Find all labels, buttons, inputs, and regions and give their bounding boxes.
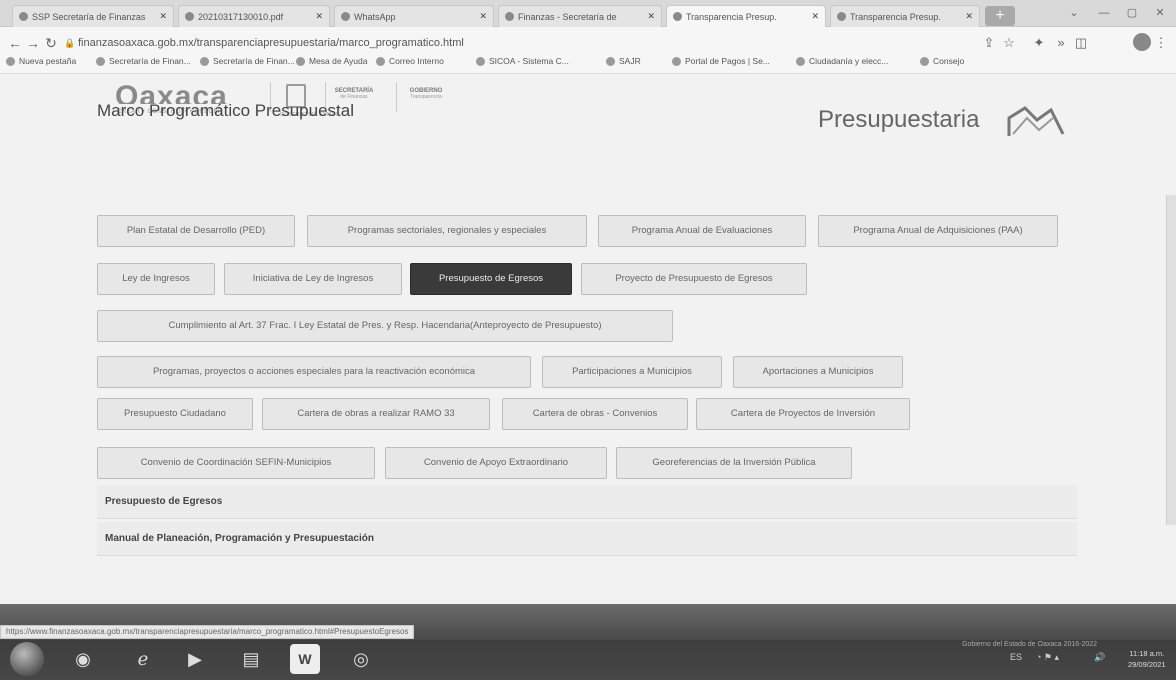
url-field[interactable]: 🔒 finanzasoaxaca.gob.mx/transparenciapre… — [64, 32, 964, 54]
bookmark-item[interactable]: SAJR — [606, 56, 641, 66]
internet-explorer-icon[interactable]: ℯ — [128, 644, 158, 674]
citizen-budget-button[interactable]: Presupuesto Ciudadano — [97, 398, 253, 430]
transparency-logo: GOBIERNO Transparencia — [409, 88, 443, 100]
accordion-expenditure-budget[interactable]: Presupuesto de Egresos — [97, 485, 1077, 519]
tab-favicon-icon — [341, 12, 350, 21]
reload-icon[interactable]: ↻ — [42, 35, 60, 52]
bookmark-icon — [6, 56, 15, 66]
bookmark-item[interactable]: Secretaría de Finan... — [96, 56, 191, 66]
tab-favicon-icon — [673, 12, 682, 21]
page-title: Marco Programático Presupuestal — [97, 101, 355, 120]
bookmark-item[interactable]: Nueva pestaña — [6, 56, 76, 66]
agreement-works-button[interactable]: Cartera de obras - Convenios — [502, 398, 688, 430]
municipal-participations-button[interactable]: Participaciones a Municipios — [542, 356, 722, 388]
browser-tab[interactable]: SSP Secretaría de Finanzas ✕ — [12, 5, 174, 27]
bookmark-icon — [376, 56, 385, 66]
close-icon[interactable]: ✕ — [965, 11, 973, 22]
art37-compliance-button[interactable]: Cumplimiento al Art. 37 Frac. I Ley Esta… — [97, 310, 673, 342]
share-icon[interactable]: ⇪ — [980, 35, 998, 51]
extraordinary-support-button[interactable]: Convenio de Apoyo Extraordinario — [385, 447, 607, 479]
media-icon[interactable]: ▶ — [180, 644, 210, 674]
section-brand-title: Presupuestaria — [818, 106, 980, 133]
close-icon[interactable]: ✕ — [159, 11, 167, 22]
browser-tab-active[interactable]: Transparencia Presup. ✕ — [666, 5, 826, 27]
tray-icons[interactable]: ◔ ⚑ ▴ — [1036, 652, 1059, 663]
forward-arrow-icon[interactable]: → — [24, 35, 42, 51]
system-clock[interactable]: 11:18 a.m. 29/09/2021 — [1128, 648, 1166, 670]
bookmarks-bar: Nueva pestaña Secretaría de Finan... Sec… — [0, 52, 1176, 74]
browser-tab[interactable]: 20210317130010.pdf ✕ — [178, 5, 330, 27]
income-law-initiative-button[interactable]: Iniciativa de Ley de Ingresos — [224, 263, 402, 295]
transparency-mark-icon — [1007, 106, 1065, 136]
star-icon[interactable]: ☆ — [1000, 35, 1018, 51]
extension-icon[interactable]: » — [1052, 35, 1070, 50]
sefin-logo: SECRETARÍA de Finanzas — [334, 88, 374, 100]
budget-project-button[interactable]: Proyecto de Presupuesto de Egresos — [581, 263, 807, 295]
browser-status-bar: https://www.finanzasoaxaca.gob.mx/transp… — [0, 625, 415, 639]
close-window-icon[interactable]: ✕ — [1146, 3, 1174, 23]
start-button[interactable] — [10, 642, 44, 676]
profile-avatar[interactable] — [1133, 33, 1151, 51]
profile-menu-icon[interactable]: ⌄ — [1060, 3, 1088, 23]
close-icon[interactable]: ✕ — [479, 11, 487, 22]
accordion-planning-manual[interactable]: Manual de Planeación, Programación y Pre… — [97, 522, 1077, 556]
bookmark-icon — [606, 56, 615, 66]
bookmark-icon — [920, 56, 929, 66]
bookmark-icon — [796, 56, 805, 66]
bookmark-icon — [296, 56, 305, 66]
extension-icon[interactable]: ✦ — [1030, 35, 1048, 51]
menu-icon[interactable]: ⋮ — [1152, 35, 1170, 51]
bookmark-icon — [96, 56, 105, 66]
language-icon[interactable]: ES — [1010, 652, 1022, 662]
new-tab-button[interactable]: + — [985, 6, 1015, 26]
minimize-icon[interactable]: — — [1090, 3, 1118, 23]
municipal-contributions-button[interactable]: Aportaciones a Municipios — [733, 356, 903, 388]
windows-taskbar: Gobierno del Estado de Oaxaca 2016-2022 … — [0, 604, 1176, 680]
economic-reactivation-button[interactable]: Programas, proyectos o acciones especial… — [97, 356, 531, 388]
income-law-button[interactable]: Ley de Ingresos — [97, 263, 215, 295]
tab-favicon-icon — [19, 12, 28, 21]
bookmark-item[interactable]: Secretaría de Finan... — [200, 56, 295, 66]
ped-button[interactable]: Plan Estatal de Desarrollo (PED) — [97, 215, 295, 247]
acquisitions-program-button[interactable]: Programa Anual de Adquisiciones (PAA) — [818, 215, 1058, 247]
close-icon[interactable]: ✕ — [315, 11, 323, 22]
close-icon[interactable]: ✕ — [647, 11, 655, 22]
chrome-icon[interactable]: ◎ — [346, 644, 376, 674]
volume-icon[interactable]: 🔊 — [1094, 652, 1105, 663]
word-icon[interactable]: W — [290, 644, 320, 674]
tab-favicon-icon — [185, 12, 194, 21]
evaluation-program-button[interactable]: Programa Anual de Evaluaciones — [598, 215, 806, 247]
browser-tab[interactable]: WhatsApp ✕ — [334, 5, 494, 27]
tab-favicon-icon — [837, 12, 846, 21]
browser-tab[interactable]: Finanzas - Secretaría de ✕ — [498, 5, 662, 27]
investment-projects-button[interactable]: Cartera de Proyectos de Inversión — [696, 398, 910, 430]
tab-favicon-icon — [505, 12, 514, 21]
bookmark-item[interactable]: Portal de Pagos | Se... — [672, 56, 770, 66]
bookmark-item[interactable]: Consejo — [920, 56, 964, 66]
media-player-icon[interactable]: ◉ — [68, 644, 98, 674]
back-arrow-icon[interactable]: ← — [6, 35, 24, 51]
lock-icon: 🔒 — [64, 38, 76, 48]
coordination-agreement-button[interactable]: Convenio de Coordinación SEFIN-Municipio… — [97, 447, 375, 479]
expenditure-budget-button[interactable]: Presupuesto de Egresos — [410, 263, 572, 295]
browser-tab-bar: SSP Secretaría de Finanzas ✕ 202103171300… — [0, 0, 1176, 27]
page-scrollbar[interactable] — [1166, 195, 1176, 525]
browser-tab[interactable]: Transparencia Presup. ✕ — [830, 5, 980, 27]
bookmark-item[interactable]: Ciudadanía y elecc... — [796, 56, 888, 66]
bookmark-item[interactable]: SICOA - Sistema C... — [476, 56, 569, 66]
sidebar-icon[interactable]: ◫ — [1072, 35, 1090, 51]
maximize-icon[interactable]: ▢ — [1118, 3, 1146, 23]
close-icon[interactable]: ✕ — [811, 11, 819, 22]
bookmark-item[interactable]: Mesa de Ayuda — [296, 56, 367, 66]
bookmark-icon — [672, 56, 681, 66]
bookmark-icon — [476, 56, 485, 66]
footer-credit: Gobierno del Estado de Oaxaca 2016-2022 — [962, 641, 1098, 648]
divider — [396, 82, 397, 112]
ramo33-works-button[interactable]: Cartera de obras a realizar RAMO 33 — [262, 398, 490, 430]
georeferences-button[interactable]: Georeferencias de la Inversión Pública — [616, 447, 852, 479]
bookmark-icon — [200, 56, 209, 66]
file-explorer-icon[interactable]: ▤ — [236, 644, 266, 674]
bookmark-item[interactable]: Correo Interno — [376, 56, 444, 66]
sectoral-programs-button[interactable]: Programas sectoriales, regionales y espe… — [307, 215, 587, 247]
